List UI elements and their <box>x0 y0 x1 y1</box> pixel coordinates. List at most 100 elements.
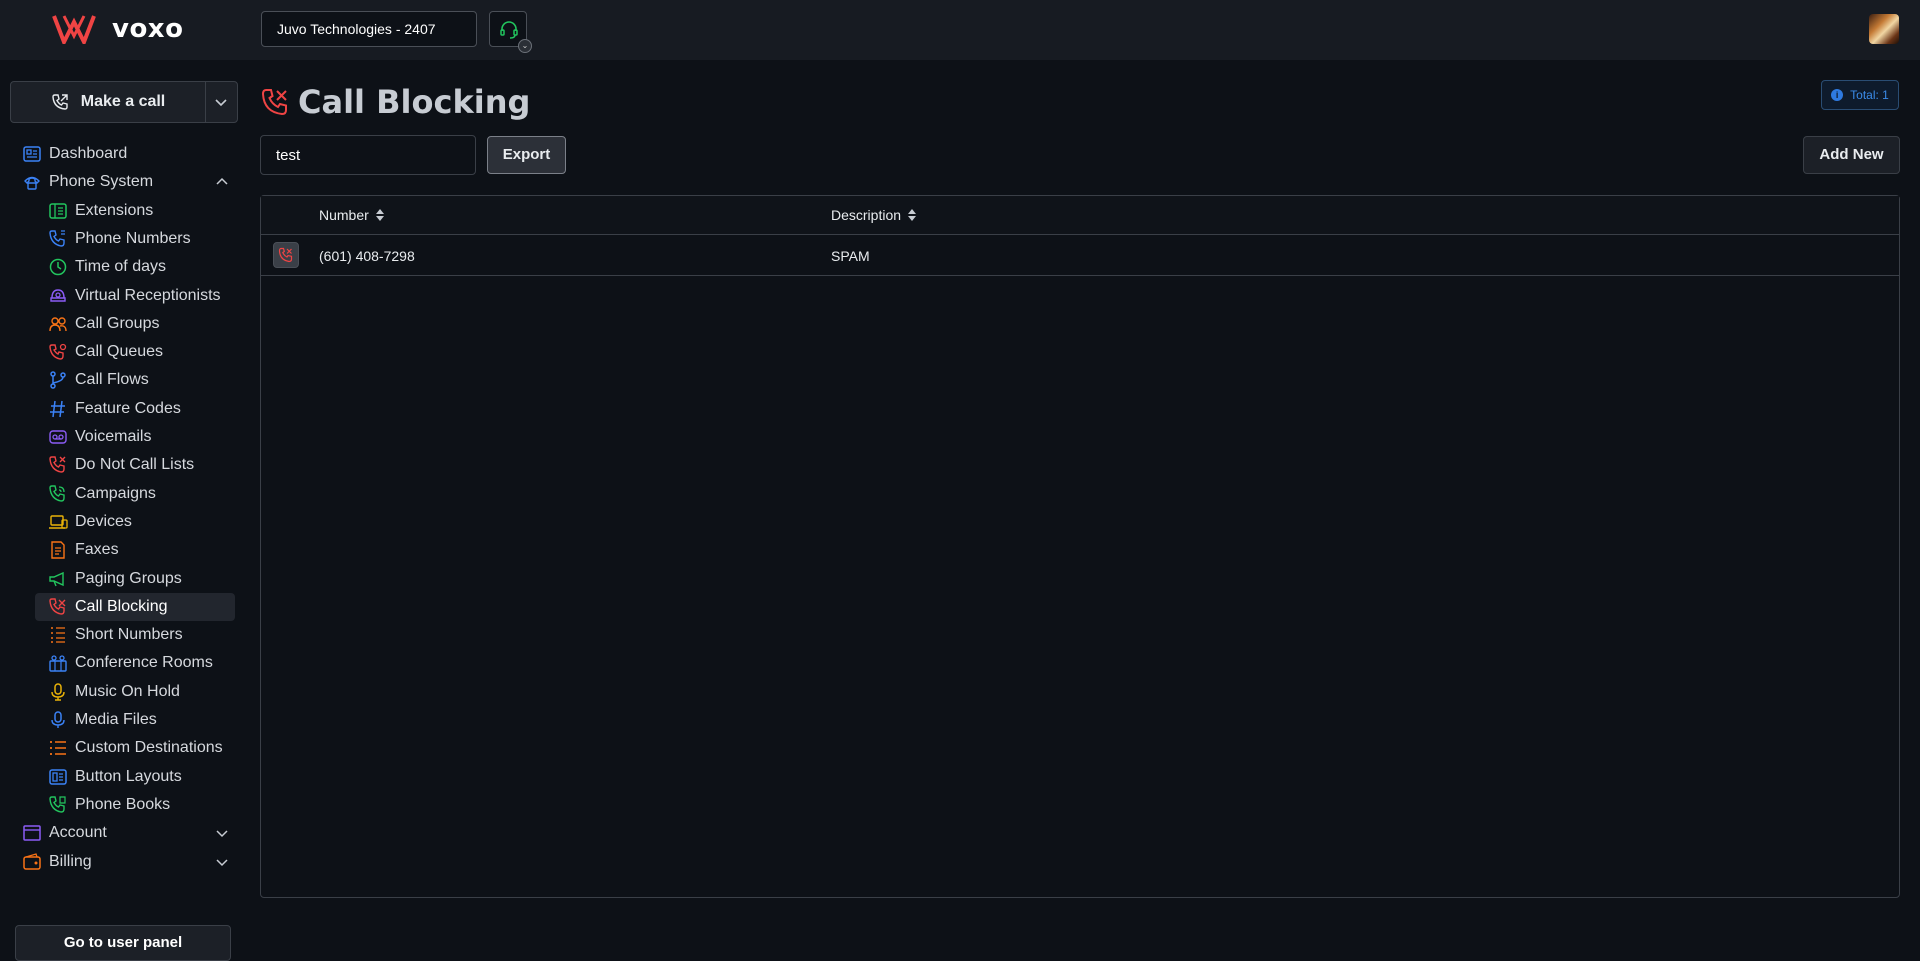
clock-icon <box>49 258 67 276</box>
chevron-down-icon[interactable] <box>211 92 231 112</box>
sidebar-item-time-of-days[interactable]: Time of days <box>0 253 244 281</box>
total-count: Total: 1 <box>1850 88 1889 102</box>
megaphone-icon <box>49 571 64 586</box>
make-call-label: Make a call <box>80 93 166 110</box>
sidebar-item-virtual-receptionists[interactable]: Virtual Receptionists <box>0 282 244 310</box>
sidebar-item-voicemails[interactable]: Voicemails <box>0 423 244 451</box>
chevron-down-icon[interactable]: ⌄ <box>518 39 532 53</box>
sidebar-item-label: Call Groups <box>75 314 160 332</box>
sidebar-item-label: Conference Rooms <box>75 654 213 672</box>
voxo-logo[interactable]: voxo <box>52 13 183 45</box>
sidebar-item-phone-system[interactable]: Phone System <box>0 168 244 196</box>
sidebar-item-phone-numbers[interactable]: Phone Numbers <box>0 225 244 253</box>
sidebar-item-label: Phone Books <box>75 795 171 813</box>
logo-text: voxo <box>112 14 184 44</box>
sidebar-item-campaigns[interactable]: Campaigns <box>0 480 244 508</box>
phone-outgoing-icon <box>52 94 68 110</box>
sidebar-item-billing[interactable]: Billing <box>0 848 244 876</box>
sidebar-item-account[interactable]: Account <box>0 819 244 847</box>
chevron-up-icon[interactable] <box>214 176 230 188</box>
sidebar-item-label: Devices <box>75 512 132 530</box>
chevron-down-icon[interactable] <box>214 827 230 839</box>
sidebar-item-short-numbers[interactable]: Short Numbers <box>0 621 244 649</box>
call-blocking-icon <box>49 598 66 615</box>
tenant-selector[interactable]: Juvo Technologies - 2407 <box>261 11 477 47</box>
campaigns-icon <box>49 484 65 502</box>
make-call-button-group: Make a call <box>10 81 238 123</box>
phone-numbers-icon <box>49 230 65 247</box>
voicemail-icon <box>49 430 67 444</box>
sidebar-item-call-flows[interactable]: Call Flows <box>0 366 244 394</box>
table-row[interactable]: (601) 408-7298 SPAM <box>261 235 1899 276</box>
phone-books-icon <box>49 796 66 813</box>
sidebar-item-label: Phone System <box>49 173 154 191</box>
sidebar-item-custom-destinations[interactable]: Custom Destinations <box>0 734 244 762</box>
total-badge: i Total: 1 <box>1821 80 1899 110</box>
sidebar-item-feature-codes[interactable]: Feature Codes <box>0 395 244 423</box>
sidebar-item-call-queues[interactable]: Call Queues <box>0 338 244 366</box>
sidebar-item-dashboard[interactable]: Dashboard <box>0 140 244 168</box>
sidebar-item-label: Time of days <box>75 258 166 276</box>
sidebar-item-label: Do Not Call Lists <box>75 456 195 474</box>
cell-number: (601) 408-7298 <box>319 248 415 264</box>
sidebar-item-button-layouts[interactable]: Button Layouts <box>0 763 244 791</box>
call-flows-icon <box>50 371 66 390</box>
headset-icon <box>500 21 518 39</box>
sidebar: Make a call Dashboard Phone System Extensi… <box>0 60 244 961</box>
call-blocking-icon <box>278 247 293 263</box>
chevron-down-icon[interactable] <box>214 856 230 868</box>
billing-icon <box>23 852 41 870</box>
add-new-button[interactable]: Add New <box>1803 136 1900 174</box>
sidebar-item-phone-books[interactable]: Phone Books <box>0 791 244 819</box>
info-icon: i <box>1831 89 1844 101</box>
sidebar-item-paging-groups[interactable]: Paging Groups <box>0 565 244 593</box>
sidebar-item-extensions[interactable]: Extensions <box>0 197 244 225</box>
call-queues-icon <box>49 343 67 360</box>
receptionist-icon <box>50 288 66 302</box>
sidebar-item-label: Dashboard <box>49 145 128 162</box>
sidebar-item-devices[interactable]: Devices <box>0 508 244 536</box>
sidebar-item-media-files[interactable]: Media Files <box>0 706 244 734</box>
sidebar-item-label: Custom Destinations <box>75 739 223 757</box>
make-call-button[interactable]: Make a call <box>11 82 205 122</box>
sort-icon <box>908 209 917 221</box>
call-groups-icon <box>49 317 67 331</box>
list-icon <box>50 741 66 756</box>
column-header-description[interactable]: Description <box>831 207 917 223</box>
dashboard-icon <box>23 146 41 162</box>
sidebar-item-label: Music On Hold <box>75 682 180 700</box>
agent-status-button[interactable]: ⌄ <box>489 11 532 53</box>
devices-icon <box>49 515 68 529</box>
export-button[interactable]: Export <box>487 136 566 174</box>
cell-description: SPAM <box>831 248 870 264</box>
sidebar-item-label: Short Numbers <box>75 626 183 644</box>
conference-icon <box>49 655 67 673</box>
sidebar-item-call-groups[interactable]: Call Groups <box>0 310 244 338</box>
sidebar-item-call-blocking[interactable]: Call Blocking <box>0 592 244 621</box>
sidebar-item-faxes[interactable]: Faxes <box>0 536 244 564</box>
do-not-call-icon <box>49 456 66 473</box>
sidebar-item-label: Paging Groups <box>75 569 182 587</box>
sidebar-item-label: Feature Codes <box>75 399 181 417</box>
sidebar-item-music-on-hold[interactable]: Music On Hold <box>0 678 244 706</box>
sidebar-item-label: Faxes <box>75 541 119 559</box>
sort-icon <box>375 209 384 221</box>
sidebar-item-conference-rooms[interactable]: Conference Rooms <box>0 649 244 677</box>
short-numbers-icon <box>51 627 65 643</box>
sidebar-item-label: Phone Numbers <box>75 229 191 247</box>
top-bar: voxo Juvo Technologies - 2407 ⌄ <box>0 0 1920 60</box>
sidebar-item-label: Call Blocking <box>75 597 168 615</box>
user-avatar[interactable] <box>1869 14 1899 44</box>
go-to-user-panel-button[interactable]: Go to user panel <box>15 925 231 961</box>
phone-system-icon <box>24 177 40 190</box>
sidebar-item-label: Virtual Receptionists <box>75 286 221 304</box>
sidebar-item-label: Button Layouts <box>75 767 182 785</box>
hash-icon <box>50 400 65 417</box>
sidebar-item-do-not-call-lists[interactable]: Do Not Call Lists <box>0 451 244 479</box>
account-icon <box>23 825 41 841</box>
media-mic-icon <box>51 711 65 728</box>
column-header-number[interactable]: Number <box>319 207 385 223</box>
search-input[interactable] <box>260 135 476 175</box>
make-call-divider <box>205 82 206 122</box>
row-action-button[interactable] <box>273 242 299 268</box>
